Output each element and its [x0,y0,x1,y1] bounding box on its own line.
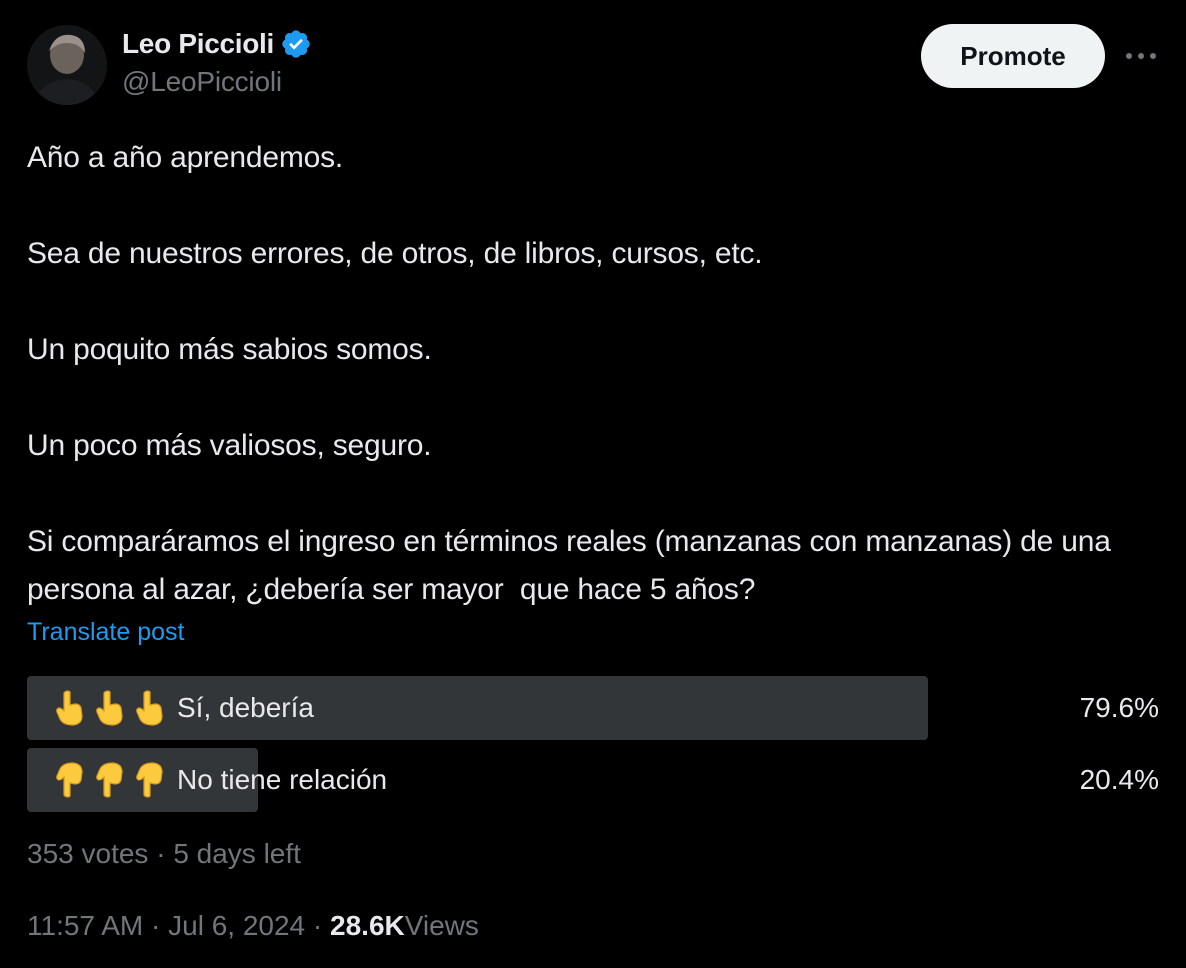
author-handle[interactable]: @LeoPiccioli [122,66,282,98]
poll-votes: 353 votes [27,838,149,869]
tweet-time[interactable]: 11:57 AM [27,910,143,942]
verified-badge-icon[interactable] [280,28,312,60]
pointing-up-hand-icon [53,690,167,726]
avatar[interactable] [27,25,107,105]
poll-option[interactable]: No tiene relación 20.4% [27,748,1159,812]
tweet-meta: 11:57 AM · Jul 6, 2024 · 28.6K Views [27,910,479,942]
avatar-photo [27,25,107,105]
author-name-row[interactable]: Leo Piccioli [122,27,312,61]
author-display-name[interactable]: Leo Piccioli [122,28,274,60]
tweet-paragraph: Sea de nuestros errores, de otros, de li… [27,237,763,270]
more-options-button[interactable] [1122,38,1160,74]
tweet-text: Año a año aprendemos. Sea de nuestros er… [27,134,1167,614]
promote-button[interactable]: Promote [921,24,1105,88]
poll-option-percent: 79.6% [1079,692,1159,723]
more-horizontal-icon [1126,53,1156,59]
poll-option-percent: 20.4% [1079,764,1159,795]
poll-option[interactable]: Sí, debería 79.6% [27,676,1159,740]
tweet-paragraph: Año a año aprendemos. [27,141,344,174]
tweet-paragraph: Un poquito más sabios somos. [27,333,432,366]
poll-meta: 353 votes · 5 days left [27,838,301,869]
tweet-date[interactable]: Jul 6, 2024 [168,910,305,942]
poll-time-left: 5 days left [173,838,301,869]
poll-option-label: Sí, debería [177,692,314,723]
views-count[interactable]: 28.6K [330,910,405,942]
views-label[interactable]: Views [405,910,479,942]
translate-post-link[interactable]: Translate post [27,618,184,647]
tweet-paragraph: Un poco más valiosos, seguro. [27,429,432,462]
poll-option-label: No tiene relación [177,764,388,795]
pointing-down-hand-icon [53,762,167,798]
tweet-paragraph: Si comparáramos el ingreso en términos r… [27,525,1119,606]
